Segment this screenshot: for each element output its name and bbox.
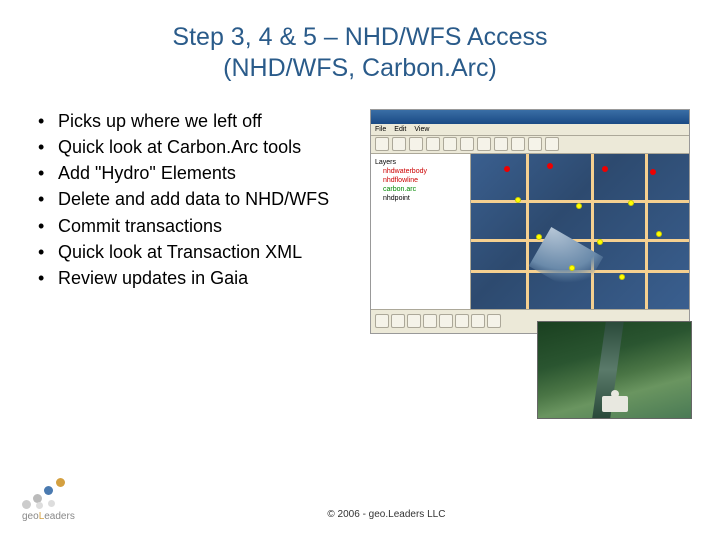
title-line-1: Step 3, 4 & 5 – NHD/WFS Access <box>172 23 547 51</box>
layer-item: nhdpoint <box>383 194 466 203</box>
bullet-list: Picks up where we left off Quick look at… <box>30 109 362 334</box>
map-body: Layers nhdwaterbody nhdflowline carbon.a… <box>371 154 689 309</box>
footer: geoLeaders © 2006 - geo.Leaders LLC <box>0 483 720 522</box>
images-column: FileEditView Layers nhdwaterbody nhdflow… <box>370 109 690 334</box>
layer-item: carbon.arc <box>383 185 466 194</box>
layer-item: nhdflowline <box>383 176 466 185</box>
map-canvas <box>471 154 689 309</box>
list-item: Review updates in Gaia <box>36 266 362 290</box>
list-item: Quick look at Transaction XML <box>36 240 362 264</box>
logo-suffix: eaders <box>44 511 75 522</box>
logo-dots-icon <box>22 483 66 509</box>
list-item: Quick look at Carbon.Arc tools <box>36 135 362 159</box>
layer-item: nhdwaterbody <box>383 167 466 176</box>
map-screenshot: FileEditView Layers nhdwaterbody nhdflow… <box>370 109 690 334</box>
map-layer-panel: Layers nhdwaterbody nhdflowline carbon.a… <box>371 154 471 309</box>
copyright: © 2006 - geo.Leaders LLC <box>75 509 698 522</box>
map-toolbar <box>371 136 689 154</box>
list-item: Delete and add data to NHD/WFS <box>36 187 362 211</box>
list-item: Picks up where we left off <box>36 109 362 133</box>
list-item: Add "Hydro" Elements <box>36 161 362 185</box>
slide: Step 3, 4 & 5 – NHD/WFS Access (NHD/WFS,… <box>0 0 720 540</box>
logo-text: geoLeaders <box>22 511 75 522</box>
map-menubar: FileEditView <box>371 124 689 136</box>
aerial-building-icon <box>602 396 628 412</box>
layer-root: Layers <box>375 158 466 167</box>
slide-title: Step 3, 4 & 5 – NHD/WFS Access (NHD/WFS,… <box>30 22 690 85</box>
logo-prefix: geo <box>22 511 39 522</box>
aerial-photo <box>537 321 692 419</box>
title-line-2: (NHD/WFS, Carbon.Arc) <box>223 54 497 82</box>
list-item: Commit transactions <box>36 214 362 238</box>
content-row: Picks up where we left off Quick look at… <box>30 109 690 334</box>
map-titlebar <box>371 110 689 124</box>
logo: geoLeaders <box>22 483 75 522</box>
